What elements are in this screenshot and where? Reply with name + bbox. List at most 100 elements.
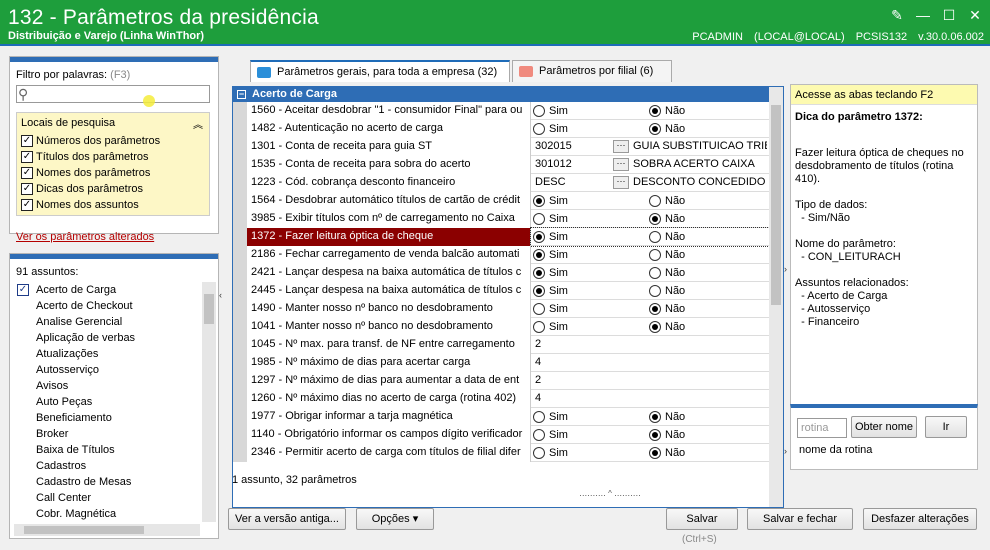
table-row[interactable]: 1297 - Nº máximo de dias para aumentar a… (233, 372, 769, 390)
list-item[interactable]: Atualizações (14, 346, 200, 362)
collapse-left-icon[interactable]: ‹ (219, 290, 227, 312)
undo-button[interactable]: Desfazer alterações (863, 508, 977, 530)
param-code[interactable]: 4 (535, 354, 541, 371)
table-row[interactable]: 1372 - Fazer leitura óptica de cheque Sim… (233, 227, 770, 247)
param-value[interactable]: Sim Não (531, 192, 769, 210)
param-value[interactable]: 302015 ··· GUIA SUBSTITUICAO TRIBU (531, 138, 769, 156)
no-radio[interactable]: Não (649, 231, 685, 243)
table-row[interactable]: 1977 - Obrigar informar a tarja magnétic… (233, 408, 769, 426)
close-icon[interactable]: ✕ (964, 6, 986, 24)
yes-radio[interactable]: Sim (533, 213, 568, 225)
subjects-list[interactable]: ✓ Acerto de Carga Acerto de Checkout Anal… (14, 282, 200, 522)
no-radio[interactable]: Não (649, 195, 685, 207)
table-row[interactable]: 1535 - Conta de receita para sobra do ac… (233, 156, 769, 174)
no-radio[interactable]: Não (649, 321, 685, 333)
group-header[interactable]: − Acerto de Carga (233, 87, 769, 102)
table-row[interactable]: 2346 - Permitir acerto de carga com títu… (233, 444, 769, 462)
table-row[interactable]: 1140 - Obrigatório informar os campos dí… (233, 426, 769, 444)
table-row[interactable]: 1985 - Nº máximo de dias para acertar ca… (233, 354, 769, 372)
minimize-icon[interactable]: — (912, 6, 934, 24)
no-radio[interactable]: Não (649, 411, 685, 423)
param-code[interactable]: 301012 (535, 156, 572, 173)
no-radio[interactable]: Não (649, 249, 685, 261)
param-value[interactable]: DESC ··· DESCONTO CONCEDIDO (531, 174, 769, 192)
splitter-handle[interactable]: ‥‥‥‥‥ ^ ‥‥‥‥‥ (490, 490, 730, 498)
grid-scrollbar[interactable] (769, 87, 783, 507)
param-value[interactable]: 2 (531, 372, 769, 390)
list-item[interactable]: Broker (14, 426, 200, 442)
save-close-button[interactable]: Salvar e fechar (747, 508, 853, 530)
list-item[interactable]: Autosserviço (14, 362, 200, 378)
collapse-group-icon[interactable]: − (237, 90, 246, 99)
go-button[interactable]: Ir (925, 416, 967, 438)
maximize-icon[interactable]: ☐ (938, 6, 960, 24)
yes-radio[interactable]: Sim (533, 123, 568, 135)
param-value[interactable]: Sim Não (531, 426, 769, 444)
yes-radio[interactable]: Sim (533, 249, 568, 261)
no-radio[interactable]: Não (649, 123, 685, 135)
options-button[interactable]: Opções ▾ (356, 508, 434, 530)
list-item[interactable]: Baixa de Títulos (14, 442, 200, 458)
yes-radio[interactable]: Sim (533, 267, 568, 279)
list-item[interactable]: Analise Gerencial (14, 314, 200, 330)
yes-radio[interactable]: Sim (533, 429, 568, 441)
list-item[interactable]: Aplicação de verbas (14, 330, 200, 346)
subjects-hscrollbar[interactable] (14, 524, 200, 536)
no-radio[interactable]: Não (649, 429, 685, 441)
param-value[interactable]: Sim Não (531, 444, 769, 462)
param-value[interactable]: Sim Não (531, 282, 769, 300)
yes-radio[interactable]: Sim (533, 447, 568, 459)
param-value[interactable]: Sim Não (531, 408, 769, 426)
table-row[interactable]: 1564 - Desdobrar automático títulos de c… (233, 192, 769, 210)
table-row[interactable]: 1260 - Nº máximo dias no acerto de carga… (233, 390, 769, 408)
param-value[interactable]: 4 (531, 354, 769, 372)
param-value[interactable]: Sim Não (531, 120, 769, 138)
table-row[interactable]: 1490 - Manter nosso nº banco no desdobra… (233, 300, 769, 318)
list-item[interactable]: Acerto de Checkout (14, 298, 200, 314)
param-code[interactable]: 302015 (535, 138, 572, 155)
param-code[interactable]: 2 (535, 336, 541, 353)
list-item[interactable]: Cobr. Magnética (14, 506, 200, 522)
location-checkbox[interactable]: ✓ Dicas dos parâmetros (21, 183, 143, 195)
param-value[interactable]: Sim Não (531, 264, 769, 282)
lookup-button[interactable]: ··· (613, 176, 629, 189)
no-radio[interactable]: Não (649, 285, 685, 297)
table-row[interactable]: 1041 - Manter nosso nº banco no desdobra… (233, 318, 769, 336)
location-checkbox[interactable]: ✓ Títulos dos parâmetros (21, 151, 149, 163)
location-checkbox[interactable]: ✓ Números dos parâmetros (21, 135, 160, 147)
lookup-button[interactable]: ··· (613, 158, 629, 171)
list-item[interactable]: Beneficiamento (14, 410, 200, 426)
table-row[interactable]: 2421 - Lançar despesa na baixa automátic… (233, 264, 769, 282)
no-radio[interactable]: Não (649, 303, 685, 315)
get-name-button[interactable]: Obter nome (851, 416, 917, 438)
table-row[interactable]: 1301 - Conta de receita para guia ST 3020… (233, 138, 769, 156)
edit-icon[interactable]: ✎ (886, 6, 908, 24)
yes-radio[interactable]: Sim (533, 195, 568, 207)
yes-radio[interactable]: Sim (533, 231, 568, 243)
no-radio[interactable]: Não (649, 447, 685, 459)
param-value[interactable]: 4 (531, 390, 769, 408)
param-value[interactable]: Sim Não (531, 102, 769, 120)
param-value[interactable]: 2 (531, 336, 769, 354)
table-row[interactable]: 2186 - Fechar carregamento de venda balc… (233, 246, 769, 264)
table-row[interactable]: 1560 - Aceitar desdobrar "1 - consumidor… (233, 102, 769, 120)
list-item[interactable]: Avisos (14, 378, 200, 394)
table-row[interactable]: 1223 - Cód. cobrança desconto financeiro… (233, 174, 769, 192)
collapse-icon[interactable]: ︽ (193, 116, 203, 131)
param-value[interactable]: Sim Não (530, 227, 770, 247)
no-radio[interactable]: Não (649, 105, 685, 117)
table-row[interactable]: 1045 - Nº max. para transf. de NF entre … (233, 336, 769, 354)
location-checkbox[interactable]: ✓ Nomes dos parâmetros (21, 167, 150, 179)
rotina-input[interactable]: rotina (797, 418, 847, 438)
param-value[interactable]: Sim Não (531, 246, 769, 264)
param-value[interactable]: Sim Não (531, 300, 769, 318)
yes-radio[interactable]: Sim (533, 303, 568, 315)
table-row[interactable]: 3985 - Exibir títulos com nº de carregam… (233, 210, 769, 228)
yes-radio[interactable]: Sim (533, 105, 568, 117)
tab-branch[interactable]: Parâmetros por filial (6) (512, 60, 672, 82)
table-row[interactable]: 2445 - Lançar despesa na baixa automátic… (233, 282, 769, 300)
location-checkbox[interactable]: ✓ Nomes dos assuntos (21, 199, 139, 211)
param-code[interactable]: DESC (535, 174, 566, 191)
list-item[interactable]: Call Center (14, 490, 200, 506)
altered-params-link[interactable]: Ver os parâmetros alterados (16, 231, 154, 243)
